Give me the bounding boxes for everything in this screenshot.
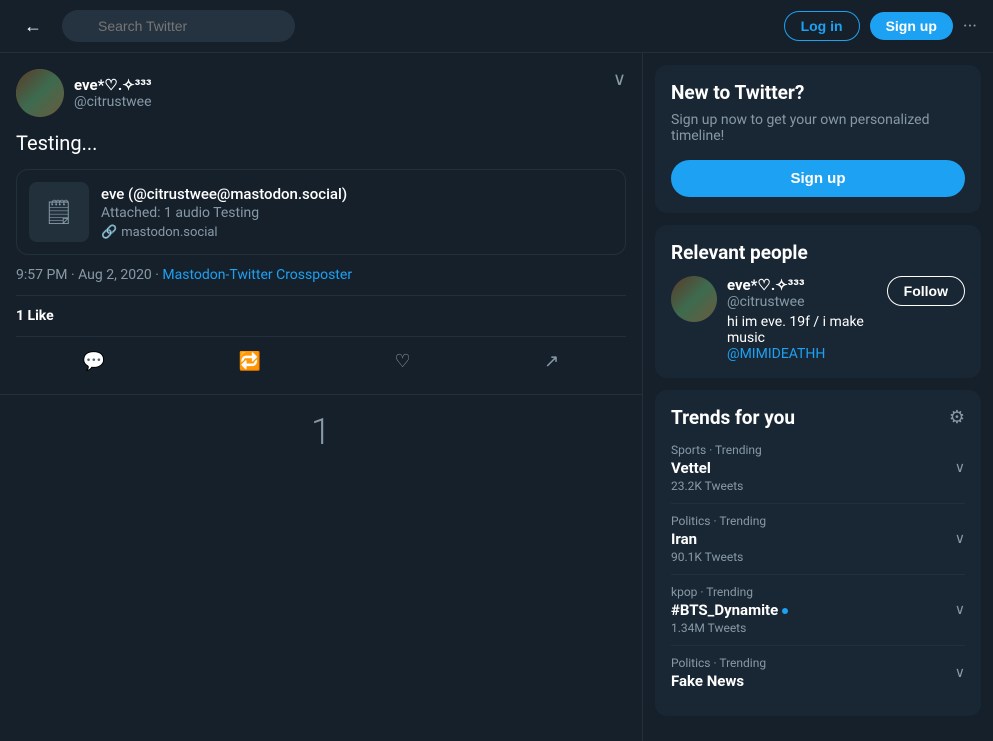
- trend-name: Vettel: [671, 459, 965, 477]
- new-twitter-title: New to Twitter?: [671, 81, 965, 104]
- user-handle: @citrustwee: [74, 94, 152, 110]
- user-details: eve*♡.✧³³³ @citrustwee: [74, 76, 152, 110]
- reply-button[interactable]: 💬: [71, 345, 117, 378]
- trend-badge: [782, 608, 788, 614]
- new-twitter-box: New to Twitter? Sign up now to get your …: [655, 65, 981, 213]
- trend-item[interactable]: Politics · Trending Fake News ∨: [671, 646, 965, 700]
- tweet-card-icon: 🗒: [29, 182, 89, 242]
- nav-buttons: Log in Sign up ···: [784, 11, 977, 41]
- follow-button[interactable]: Follow: [887, 276, 965, 306]
- trend-name: Fake News: [671, 672, 965, 690]
- login-button[interactable]: Log in: [784, 11, 860, 41]
- person-avatar: [671, 276, 717, 322]
- tweet-content: Testing...: [16, 129, 626, 157]
- person-info: eve*♡.✧³³³ @citrustwee hi im eve. 19f / …: [727, 276, 877, 362]
- trend-item[interactable]: Sports · Trending Vettel 23.2K Tweets ∨: [671, 433, 965, 504]
- retweet-button[interactable]: 🔁: [227, 345, 273, 378]
- like-count-indicator: 1: [0, 395, 642, 469]
- tweet-card[interactable]: 🗒 eve (@citrustwee@mastodon.social) Atta…: [16, 169, 626, 255]
- tweet-card-title: eve (@citrustwee@mastodon.social): [101, 185, 613, 203]
- trends-title: Trends for you: [671, 406, 795, 429]
- like-button[interactable]: ♡: [383, 345, 423, 378]
- trend-more-icon[interactable]: ∨: [955, 531, 965, 547]
- top-nav: ← 🔍 Log in Sign up ···: [0, 0, 993, 53]
- trend-more-icon[interactable]: ∨: [955, 460, 965, 476]
- trend-name: Iran: [671, 530, 965, 548]
- person-name: eve*♡.✧³³³: [727, 276, 877, 294]
- main-layout: eve*♡.✧³³³ @citrustwee ∨ Testing... 🗒 ev…: [0, 53, 993, 741]
- crosspost-link[interactable]: Mastodon-Twitter Crossposter: [162, 267, 352, 283]
- signup-full-button[interactable]: Sign up: [671, 160, 965, 197]
- tweet-menu-icon[interactable]: ∨: [613, 69, 626, 90]
- trend-category: Sports · Trending: [671, 443, 965, 457]
- trend-count: 90.1K Tweets: [671, 550, 965, 564]
- avatar: [16, 69, 64, 117]
- trends-list: Sports · Trending Vettel 23.2K Tweets ∨ …: [671, 433, 965, 700]
- trend-more-icon[interactable]: ∨: [955, 602, 965, 618]
- relevant-people-box: Relevant people eve*♡.✧³³³ @citrustwee h…: [655, 225, 981, 378]
- signup-button[interactable]: Sign up: [870, 12, 953, 40]
- tweet-card-subtitle: Attached: 1 audio Testing: [101, 205, 613, 221]
- tweet-header: eve*♡.✧³³³ @citrustwee ∨: [16, 69, 626, 117]
- trend-name: #BTS_Dynamite: [671, 601, 965, 619]
- tweet-timestamp: 9:57 PM · Aug 2, 2020 · Mastodon-Twitter…: [16, 267, 626, 283]
- person-handle: @citrustwee: [727, 294, 877, 310]
- tweet-card-link[interactable]: 🔗 mastodon.social: [101, 225, 613, 240]
- trend-count: 23.2K Tweets: [671, 479, 965, 493]
- person-bio-link[interactable]: @MIMIDEATHH: [727, 346, 877, 362]
- person-bio: hi im eve. 19f / i make music: [727, 314, 877, 346]
- trend-category: Politics · Trending: [671, 656, 965, 670]
- trend-count: 1.34M Tweets: [671, 621, 965, 635]
- trends-box: Trends for you ⚙ Sports · Trending Vette…: [655, 390, 981, 716]
- share-button[interactable]: ↗: [532, 345, 571, 378]
- new-twitter-subtitle: Sign up now to get your own personalized…: [671, 112, 965, 144]
- tweet: eve*♡.✧³³³ @citrustwee ∨ Testing... 🗒 ev…: [0, 53, 642, 395]
- trend-more-icon[interactable]: ∨: [955, 665, 965, 681]
- relevant-people-title: Relevant people: [671, 241, 965, 264]
- right-column: New to Twitter? Sign up now to get your …: [643, 53, 993, 741]
- trend-item[interactable]: kpop · Trending #BTS_Dynamite 1.34M Twee…: [671, 575, 965, 646]
- left-column: eve*♡.✧³³³ @citrustwee ∨ Testing... 🗒 ev…: [0, 53, 643, 741]
- trend-item[interactable]: Politics · Trending Iran 90.1K Tweets ∨: [671, 504, 965, 575]
- link-text: mastodon.social: [121, 225, 217, 240]
- gear-icon[interactable]: ⚙: [949, 407, 965, 428]
- search-input[interactable]: [62, 10, 295, 42]
- more-options[interactable]: ···: [963, 16, 977, 37]
- trend-category: Politics · Trending: [671, 514, 965, 528]
- tweet-user-info: eve*♡.✧³³³ @citrustwee: [16, 69, 152, 117]
- trend-category: kpop · Trending: [671, 585, 965, 599]
- username: eve*♡.✧³³³: [74, 76, 152, 94]
- avatar-image: [16, 69, 64, 117]
- tweet-actions: 💬 🔁 ♡ ↗: [16, 336, 626, 378]
- trends-header: Trends for you ⚙: [671, 406, 965, 429]
- search-wrapper: 🔍: [62, 10, 772, 42]
- person-row: eve*♡.✧³³³ @citrustwee hi im eve. 19f / …: [671, 276, 965, 362]
- tweet-card-info: eve (@citrustwee@mastodon.social) Attach…: [101, 185, 613, 240]
- back-button[interactable]: ←: [16, 12, 50, 41]
- tweet-likes: 1 Like: [16, 295, 626, 324]
- link-icon: 🔗: [101, 225, 117, 240]
